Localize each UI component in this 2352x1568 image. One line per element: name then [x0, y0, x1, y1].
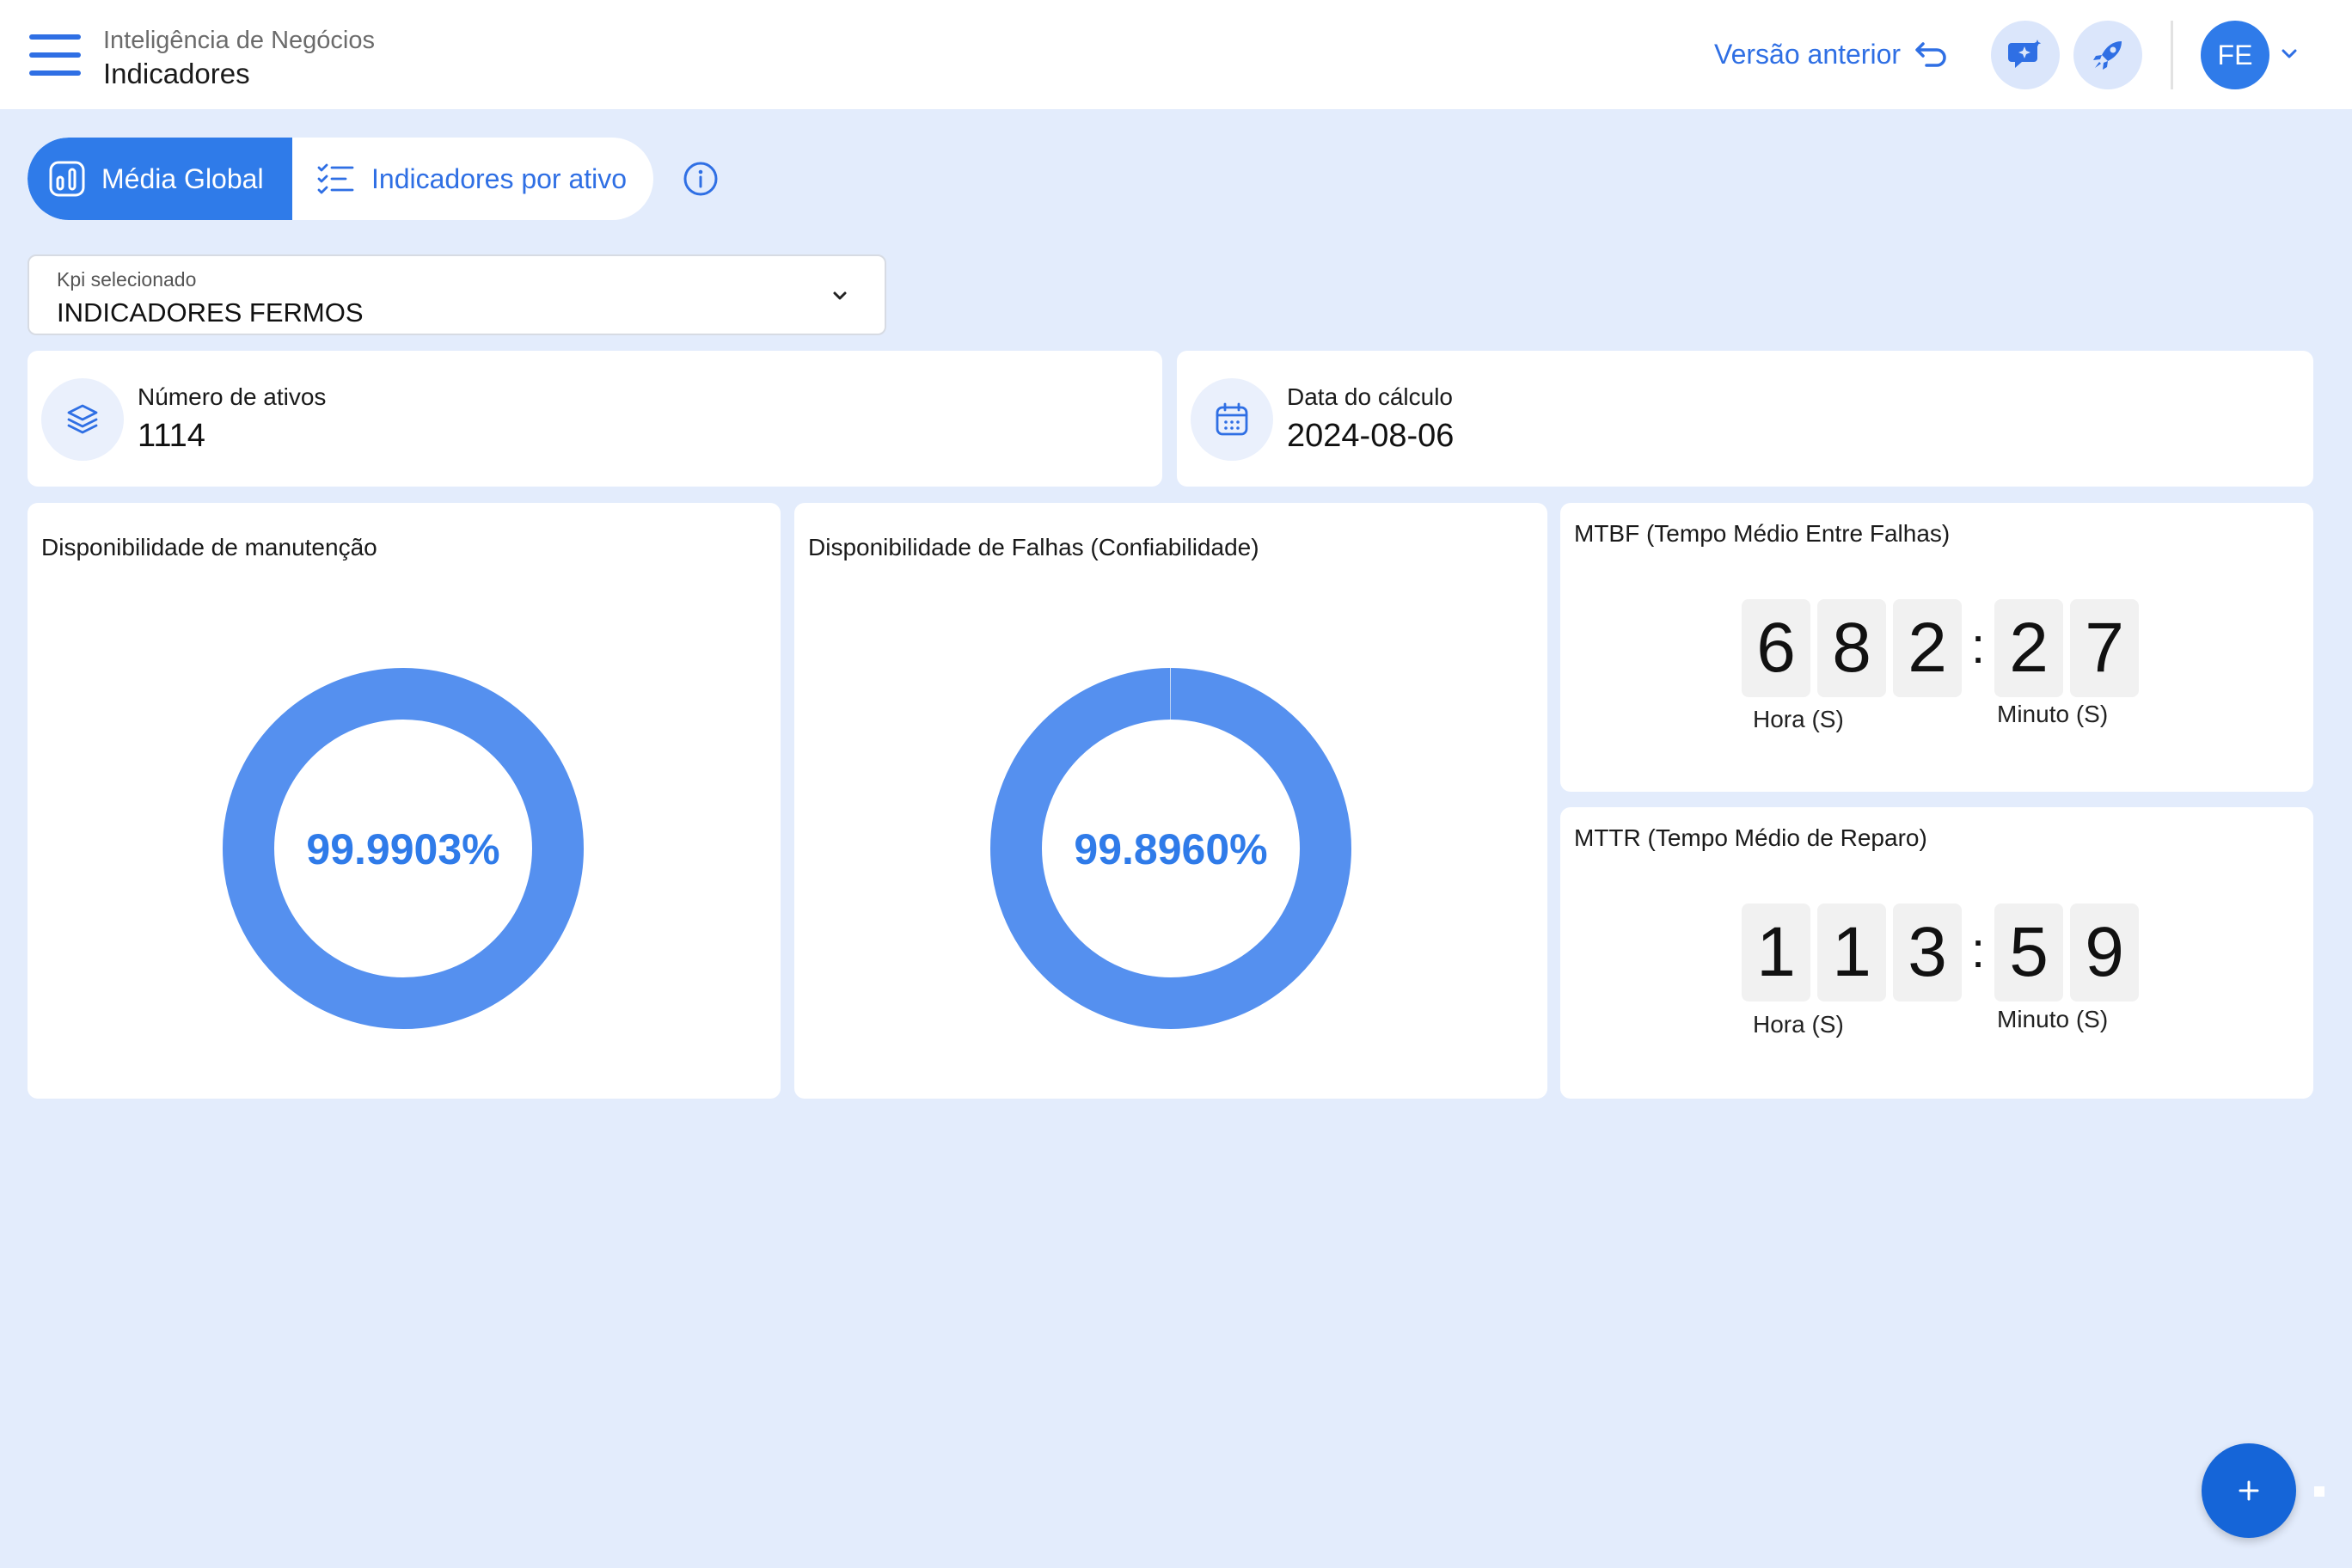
mtbf-minute-label: Minuto (S)	[1997, 701, 2109, 727]
info-icon[interactable]	[683, 161, 719, 197]
top-header: Inteligência de Negócios Indicadores Ver…	[0, 0, 2352, 109]
feedback-chat-button[interactable]	[1991, 21, 2060, 89]
failure-availability-card: Disponibilidade de Falhas (Confiabilidad…	[794, 503, 1547, 1099]
bar-chart-icon	[49, 161, 85, 197]
maintenance-availability-value: 99.9903%	[306, 825, 499, 873]
checklist-icon	[317, 163, 354, 194]
assets-count-label: Número de ativos	[138, 383, 327, 410]
mttr-card: MTTR (Tempo Médio de Reparo) 1 1 3 : 5 9…	[1560, 807, 2313, 1099]
calc-date-card: Data do cálculo 2024-08-06	[1177, 351, 2313, 487]
mttr-hour-label: Hora (S)	[1753, 1011, 1844, 1038]
mtbf-hour-label: Hora (S)	[1753, 706, 1844, 732]
layers-icon	[41, 378, 124, 461]
clock-separator: :	[1970, 922, 1986, 978]
minute-digit: 9	[2070, 903, 2139, 1001]
calc-date-value: 2024-08-06	[1287, 418, 1455, 454]
tab-media-global-label: Média Global	[101, 162, 264, 194]
hamburger-menu-icon[interactable]	[29, 34, 81, 76]
previous-version-label: Versão anterior	[1714, 38, 1902, 70]
failure-availability-value: 99.8960%	[1074, 825, 1267, 873]
kpi-select-value: INDICADORES FERMOS	[57, 297, 364, 328]
rocket-icon	[2093, 41, 2122, 70]
hour-digit: 1	[1742, 903, 1810, 1001]
page-title: Indicadores	[103, 58, 250, 89]
undo-arrow-icon	[1915, 42, 1946, 67]
mttr-clock: 1 1 3 : 5 9	[1742, 903, 2146, 1001]
mtbf-clock: 6 8 2 : 2 7	[1742, 599, 2146, 697]
view-tabs: Média Global Indicadores por ativo	[28, 138, 653, 220]
maintenance-availability-title: Disponibilidade de manutenção	[41, 534, 377, 560]
breadcrumb: Inteligência de Negócios	[103, 27, 375, 54]
mttr-minute-label: Minuto (S)	[1997, 1006, 2109, 1032]
tab-media-global[interactable]: Média Global	[28, 138, 292, 220]
plus-icon	[2239, 1480, 2259, 1501]
maintenance-availability-card: Disponibilidade de manutenção 99.9903%	[28, 503, 781, 1099]
clock-separator: :	[1970, 617, 1986, 674]
previous-version-link[interactable]: Versão anterior	[1714, 31, 1949, 77]
minute-digit: 2	[1994, 599, 2063, 697]
tab-indicadores-por-ativo[interactable]: Indicadores por ativo	[292, 138, 627, 220]
launch-button[interactable]	[2073, 21, 2142, 89]
failure-availability-title: Disponibilidade de Falhas (Confiabilidad…	[808, 534, 1259, 560]
calc-date-label: Data do cálculo	[1287, 383, 1454, 410]
chevron-down-icon	[833, 291, 847, 300]
hour-digit: 1	[1817, 903, 1886, 1001]
assets-count-value: 1114	[138, 418, 205, 454]
page-title-block: Inteligência de Negócios Indicadores	[103, 24, 375, 91]
mttr-title: MTTR (Tempo Médio de Reparo)	[1574, 824, 1927, 851]
kpi-select[interactable]: Kpi selecionado INDICADORES FERMOS	[28, 254, 886, 335]
maintenance-availability-donut: 99.9903%	[223, 668, 584, 1029]
user-avatar[interactable]: FE	[2201, 21, 2269, 89]
mtbf-card: MTBF (Tempo Médio Entre Falhas) 6 8 2 : …	[1560, 503, 2313, 792]
calendar-icon	[1191, 378, 1273, 461]
failure-availability-donut: 99.8960%	[990, 668, 1351, 1029]
assets-count-card: Número de ativos 1114	[28, 351, 1162, 487]
minute-digit: 5	[1994, 903, 2063, 1001]
tab-indicadores-por-ativo-label: Indicadores por ativo	[371, 162, 628, 194]
hour-digit: 6	[1742, 599, 1810, 697]
hour-digit: 3	[1893, 903, 1962, 1001]
chat-sparkle-icon	[2008, 40, 2042, 68]
hour-digit: 2	[1893, 599, 1962, 697]
mtbf-title: MTBF (Tempo Médio Entre Falhas)	[1574, 520, 1951, 547]
header-divider	[2171, 21, 2173, 89]
add-button[interactable]	[2202, 1443, 2296, 1538]
hour-digit: 8	[1817, 599, 1886, 697]
resize-handle	[2314, 1486, 2324, 1497]
chevron-down-icon[interactable]	[2280, 45, 2299, 64]
kpi-select-label: Kpi selecionado	[57, 268, 197, 291]
minute-digit: 7	[2070, 599, 2139, 697]
